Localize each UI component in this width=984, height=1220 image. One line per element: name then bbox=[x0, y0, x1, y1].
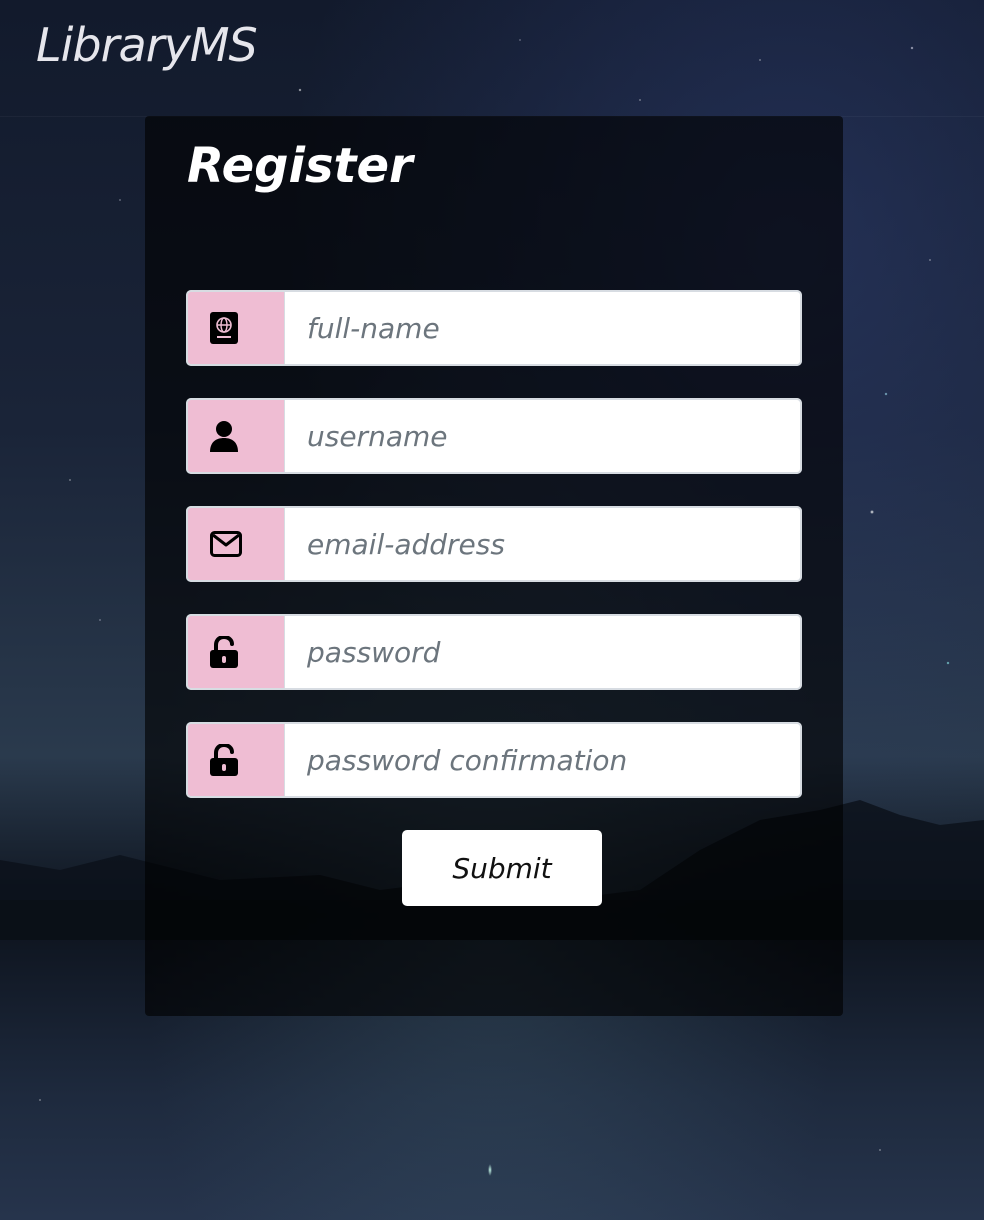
password-confirmation-addon bbox=[186, 722, 285, 798]
password-input[interactable] bbox=[285, 614, 802, 690]
full-name-field bbox=[186, 290, 802, 366]
password-addon bbox=[186, 614, 285, 690]
unlock-icon bbox=[210, 744, 238, 776]
username-input[interactable] bbox=[285, 398, 802, 474]
username-addon bbox=[186, 398, 285, 474]
unlock-icon bbox=[210, 636, 238, 668]
passport-icon bbox=[210, 312, 238, 344]
submit-button[interactable]: Submit bbox=[402, 830, 602, 906]
page-title: Register bbox=[187, 138, 413, 194]
password-confirmation-field bbox=[186, 722, 802, 798]
full-name-input[interactable] bbox=[285, 290, 802, 366]
password-confirmation-input[interactable] bbox=[285, 722, 802, 798]
full-name-addon bbox=[186, 290, 285, 366]
envelope-icon bbox=[210, 531, 242, 557]
register-panel: Register full-name username email-addres… bbox=[145, 116, 843, 1016]
brand-logo[interactable]: LibraryMS bbox=[36, 18, 258, 72]
email-input[interactable] bbox=[285, 506, 802, 582]
password-field bbox=[186, 614, 802, 690]
email-addon bbox=[186, 506, 285, 582]
email-field bbox=[186, 506, 802, 582]
username-field bbox=[186, 398, 802, 474]
user-icon bbox=[210, 421, 238, 452]
